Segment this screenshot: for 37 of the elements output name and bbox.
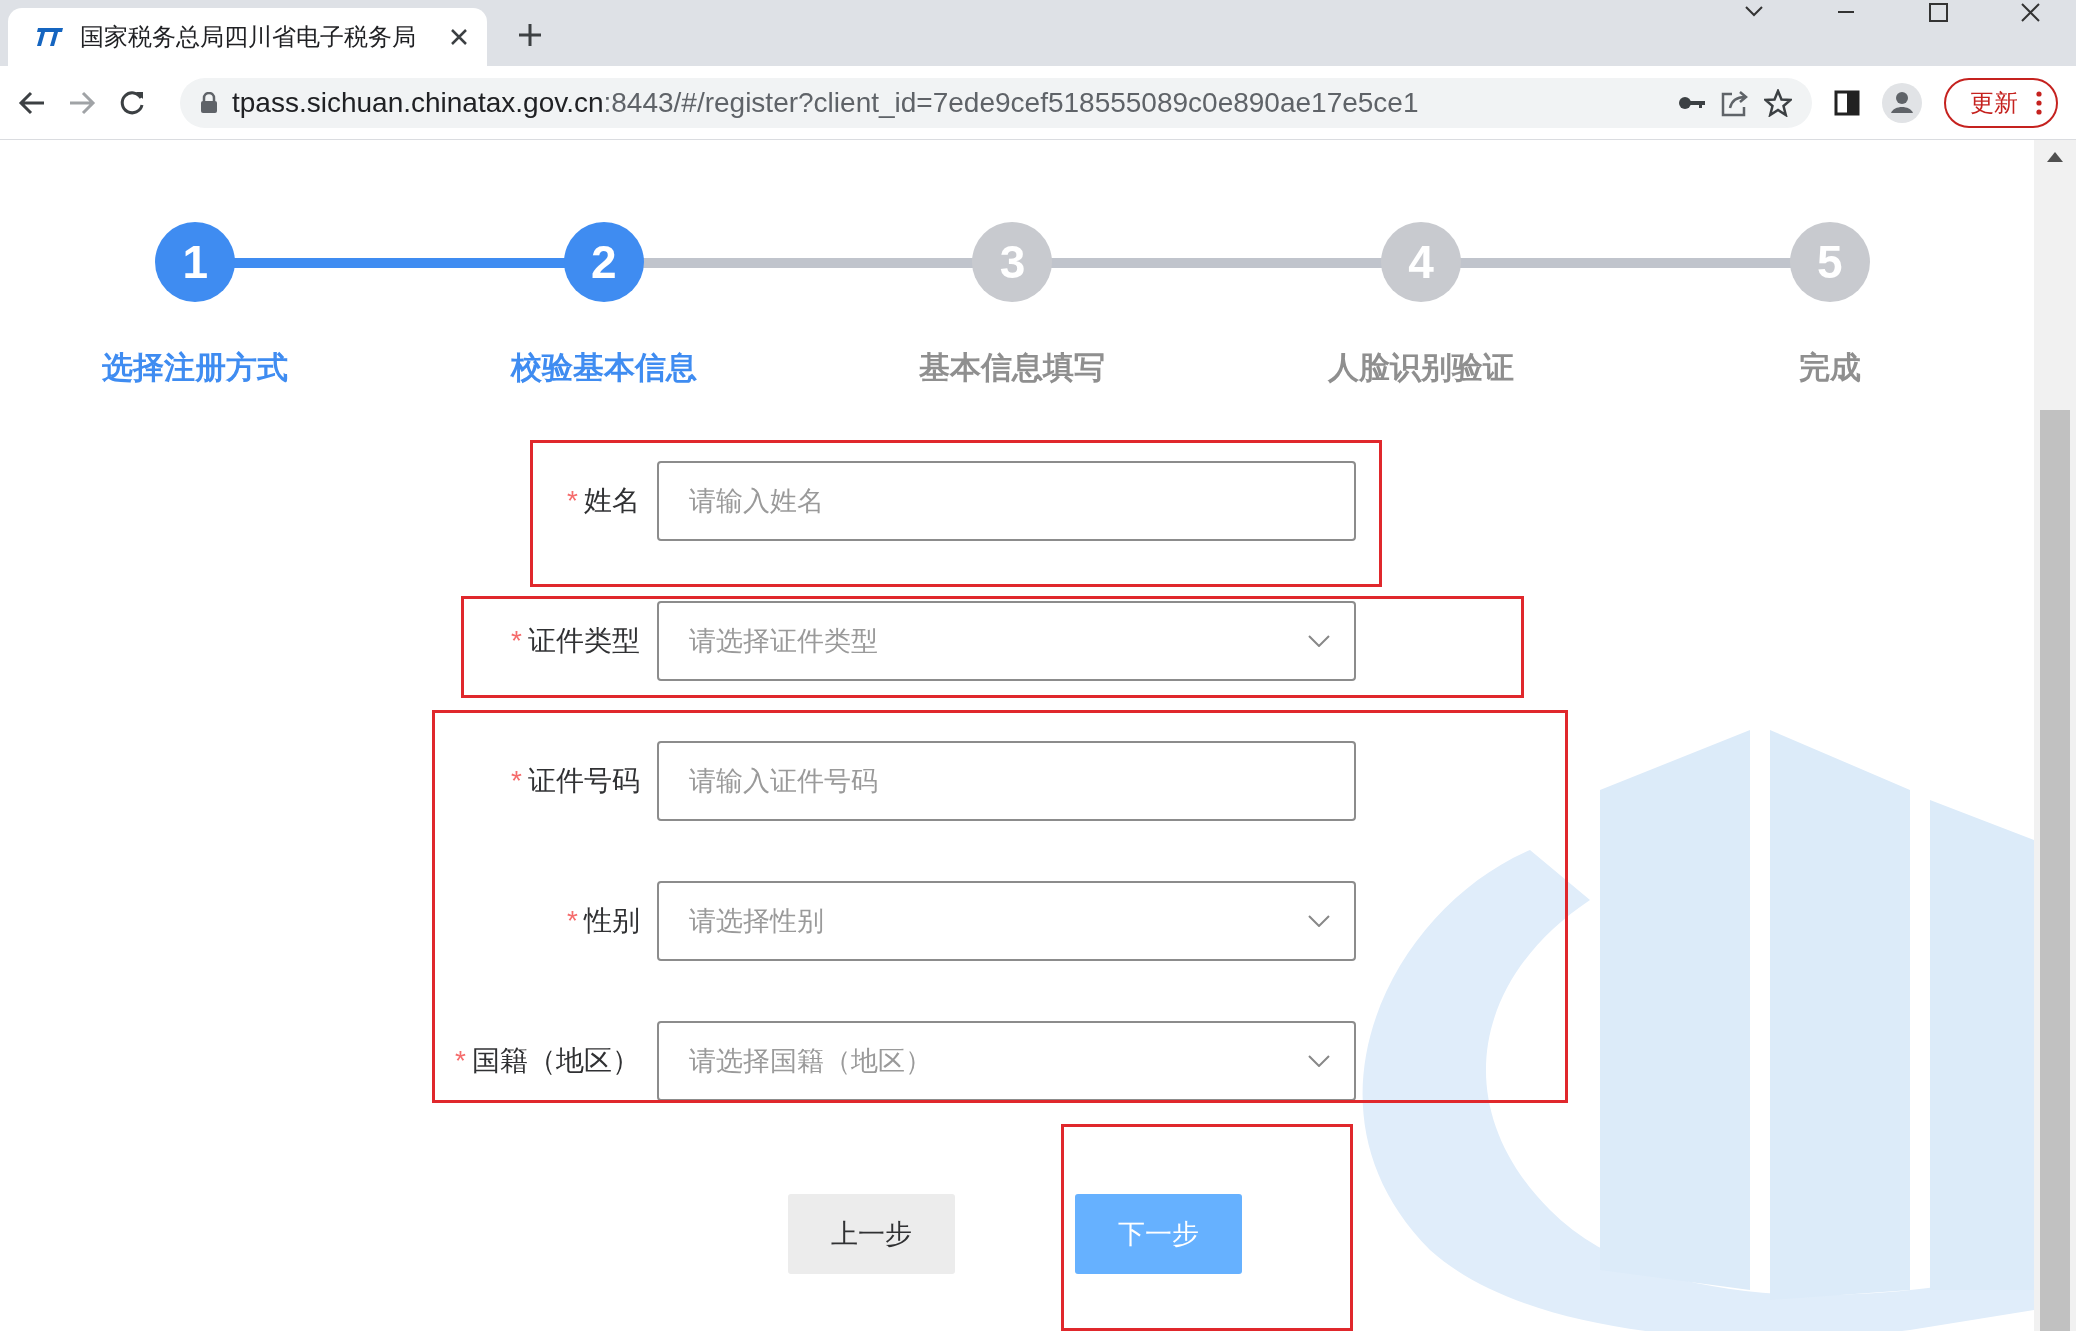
- close-icon[interactable]: [449, 27, 469, 47]
- key-icon[interactable]: [1678, 94, 1706, 111]
- profile-icon[interactable]: [1882, 82, 1922, 123]
- step-number: 1: [155, 222, 236, 302]
- step-label: 完成: [1798, 349, 1861, 387]
- tab-title: 国家税务总局四川省电子税务局: [80, 22, 417, 52]
- field-label: * 证件类型: [510, 624, 641, 658]
- site-logo-icon: [34, 26, 64, 48]
- side-panel-icon[interactable]: [1834, 89, 1860, 116]
- chevron-down-icon: [1308, 635, 1330, 647]
- scroll-up-icon[interactable]: [2047, 152, 2063, 162]
- url-text: tpass.sichuan.chinatax.gov.cn:8443/#/register?client_id=7ede9cef518555089c0e890ae17e5ce1: [232, 86, 1420, 119]
- step-label: 校验基本信息: [510, 349, 697, 387]
- new-tab-icon[interactable]: [517, 22, 543, 48]
- chevron-down-icon: [1308, 915, 1330, 927]
- field-label: * 性别: [566, 904, 641, 938]
- reload-icon[interactable]: [118, 88, 146, 117]
- share-icon[interactable]: [1720, 88, 1750, 117]
- step-label: 基本信息填写: [919, 349, 1106, 387]
- text-input-field[interactable]: 请输入姓名: [657, 461, 1356, 541]
- back-arrow-icon[interactable]: [18, 89, 46, 116]
- update-button[interactable]: 更新: [1944, 77, 2058, 128]
- field-label: * 姓名: [566, 484, 641, 518]
- star-icon[interactable]: [1764, 88, 1792, 117]
- chevron-down-icon: [1308, 1055, 1330, 1067]
- field-label: * 证件号码: [510, 764, 641, 798]
- browser-tab[interactable]: 国家税务总局四川省电子税务局: [8, 8, 487, 66]
- field-label: * 国籍（地区）: [454, 1044, 641, 1078]
- step-label: 选择注册方式: [102, 349, 289, 387]
- address-bar[interactable]: tpass.sichuan.chinatax.gov.cn:8443/#/register?client_id=7ede9cef518555089c0e890ae17e5ce1: [180, 77, 1812, 128]
- text-input-field[interactable]: 请输入证件号码: [657, 741, 1356, 821]
- step-label: 人脸识别验证: [1328, 349, 1515, 387]
- back-button[interactable]: 上一步: [788, 1194, 955, 1274]
- more-vertical-icon: [2036, 90, 2042, 115]
- scrollbar[interactable]: [2034, 140, 2076, 1331]
- step-number: 2: [563, 222, 644, 302]
- lock-icon: [200, 91, 218, 114]
